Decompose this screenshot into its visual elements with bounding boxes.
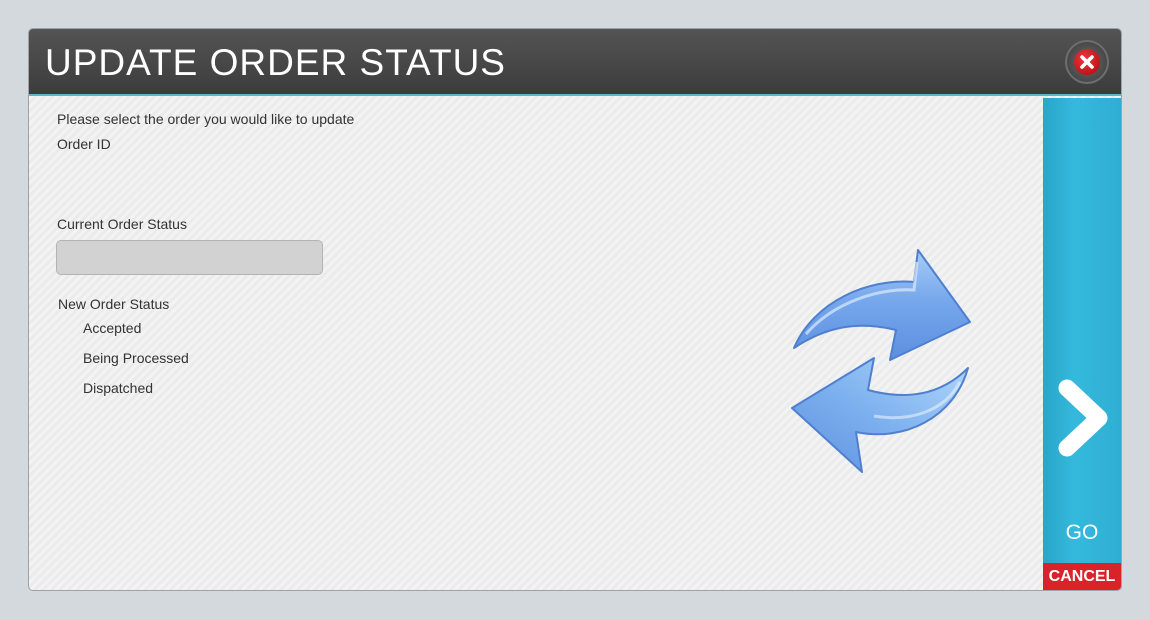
dialog-titlebar: UPDATE ORDER STATUS <box>29 29 1121 96</box>
instruction-text: Please select the order you would like t… <box>57 111 355 127</box>
update-order-status-dialog: UPDATE ORDER STATUS Please select the or… <box>28 28 1122 591</box>
dialog-content: Please select the order you would like t… <box>29 96 1044 590</box>
refresh-arrows-icon <box>791 249 971 473</box>
cancel-button[interactable]: CANCEL <box>1043 563 1121 590</box>
order-id-label: Order ID <box>57 136 111 152</box>
current-status-label: Current Order Status <box>57 216 187 232</box>
go-button[interactable]: GO <box>1043 98 1121 565</box>
close-button[interactable] <box>1065 40 1109 84</box>
new-status-label: New Order Status <box>58 296 170 312</box>
dialog-title: UPDATE ORDER STATUS <box>45 42 506 83</box>
status-option-being-processed[interactable]: Being Processed <box>83 349 189 367</box>
status-option-accepted[interactable]: Accepted <box>83 319 141 337</box>
chevron-right-icon <box>1058 379 1108 457</box>
close-icon <box>1080 55 1094 69</box>
go-button-label: GO <box>1065 521 1099 544</box>
status-option-dispatched[interactable]: Dispatched <box>83 379 153 397</box>
current-status-field <box>56 240 323 275</box>
